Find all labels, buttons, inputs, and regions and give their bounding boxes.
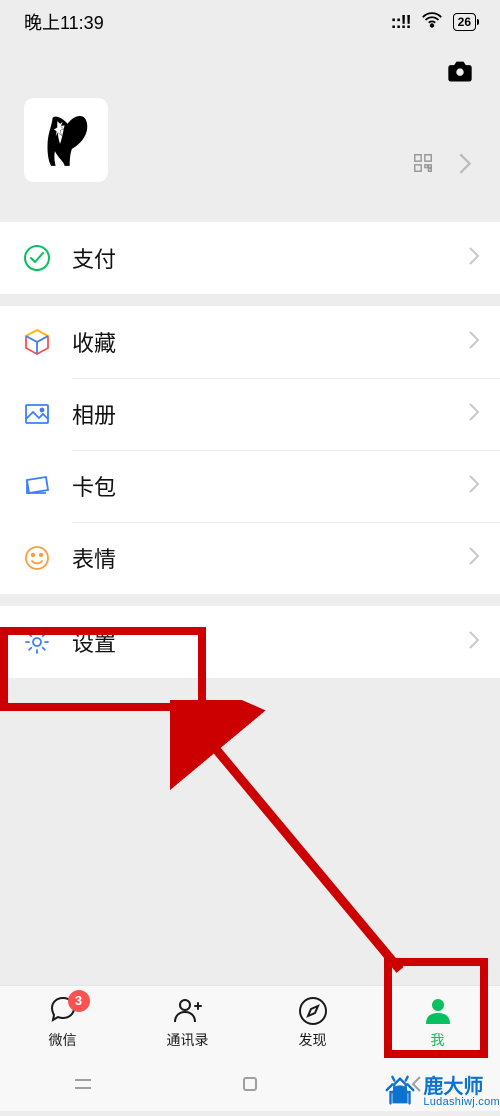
menu-settings[interactable]: 设置 xyxy=(0,606,500,678)
watermark-logo-icon xyxy=(381,1073,419,1111)
contacts-icon xyxy=(171,994,205,1028)
badge: 3 xyxy=(68,990,90,1012)
status-right: ::!! 26 xyxy=(391,9,476,36)
menu-album[interactable]: 相册 xyxy=(0,378,500,450)
chevron-right-icon xyxy=(458,152,472,174)
watermark-url: Ludashiwj.com xyxy=(423,1097,500,1108)
settings-icon xyxy=(22,627,52,657)
tab-discover[interactable]: 发现 xyxy=(250,986,375,1057)
profile-right xyxy=(412,152,472,182)
watermark: 鹿大师 Ludashiwj.com xyxy=(381,1073,500,1111)
me-icon xyxy=(421,994,455,1028)
battery-icon: 26 xyxy=(453,13,476,31)
discover-icon xyxy=(296,994,330,1028)
tab-label: 我 xyxy=(431,1030,445,1050)
menu-favorites[interactable]: 收藏 xyxy=(0,306,500,378)
album-icon xyxy=(22,399,52,429)
menu-label: 相册 xyxy=(72,398,468,430)
tab-label: 微信 xyxy=(49,1030,77,1050)
tab-me[interactable]: 我 xyxy=(375,986,500,1057)
menu-pay[interactable]: 支付 xyxy=(0,222,500,294)
tab-chats[interactable]: 3 微信 xyxy=(0,986,125,1057)
chevron-right-icon xyxy=(468,474,480,499)
menu-label: 收藏 xyxy=(72,326,468,358)
favorites-icon xyxy=(22,327,52,357)
chevron-right-icon xyxy=(468,402,480,427)
pay-icon xyxy=(22,243,52,273)
stickers-icon xyxy=(22,543,52,573)
chevron-right-icon xyxy=(468,630,480,655)
menu-label: 设置 xyxy=(72,626,468,658)
wifi-icon xyxy=(421,9,443,36)
avatar xyxy=(24,98,108,182)
profile-row[interactable] xyxy=(0,98,500,210)
chevron-right-icon xyxy=(468,330,480,355)
camera-icon[interactable] xyxy=(446,57,474,85)
watermark-title: 鹿大师 xyxy=(423,1077,500,1097)
tab-bar: 3 微信 通讯录 发现 我 xyxy=(0,985,500,1057)
signal-icon: ::!! xyxy=(391,12,411,33)
status-time: 晚上11:39 xyxy=(24,9,104,35)
header-bar xyxy=(0,44,500,98)
menu-label: 支付 xyxy=(72,242,468,274)
cards-icon xyxy=(22,471,52,501)
nav-recent-icon[interactable] xyxy=(71,1072,95,1096)
annotation-arrow xyxy=(170,700,430,990)
chevron-right-icon xyxy=(468,246,480,271)
tab-label: 通讯录 xyxy=(167,1030,209,1050)
chevron-right-icon xyxy=(468,546,480,571)
group-collections: 收藏 相册 卡包 表情 xyxy=(0,306,500,594)
tab-label: 发现 xyxy=(299,1030,327,1050)
tab-contacts[interactable]: 通讯录 xyxy=(125,986,250,1057)
status-bar: 晚上11:39 ::!! 26 xyxy=(0,0,500,44)
menu-cards[interactable]: 卡包 xyxy=(0,450,500,522)
menu-label: 卡包 xyxy=(72,470,468,502)
nav-home-icon[interactable] xyxy=(238,1072,262,1096)
menu-label: 表情 xyxy=(72,542,468,574)
qr-icon[interactable] xyxy=(412,152,434,174)
group-pay: 支付 xyxy=(0,222,500,294)
group-settings: 设置 xyxy=(0,606,500,678)
menu-stickers[interactable]: 表情 xyxy=(0,522,500,594)
chats-icon: 3 xyxy=(46,994,80,1028)
